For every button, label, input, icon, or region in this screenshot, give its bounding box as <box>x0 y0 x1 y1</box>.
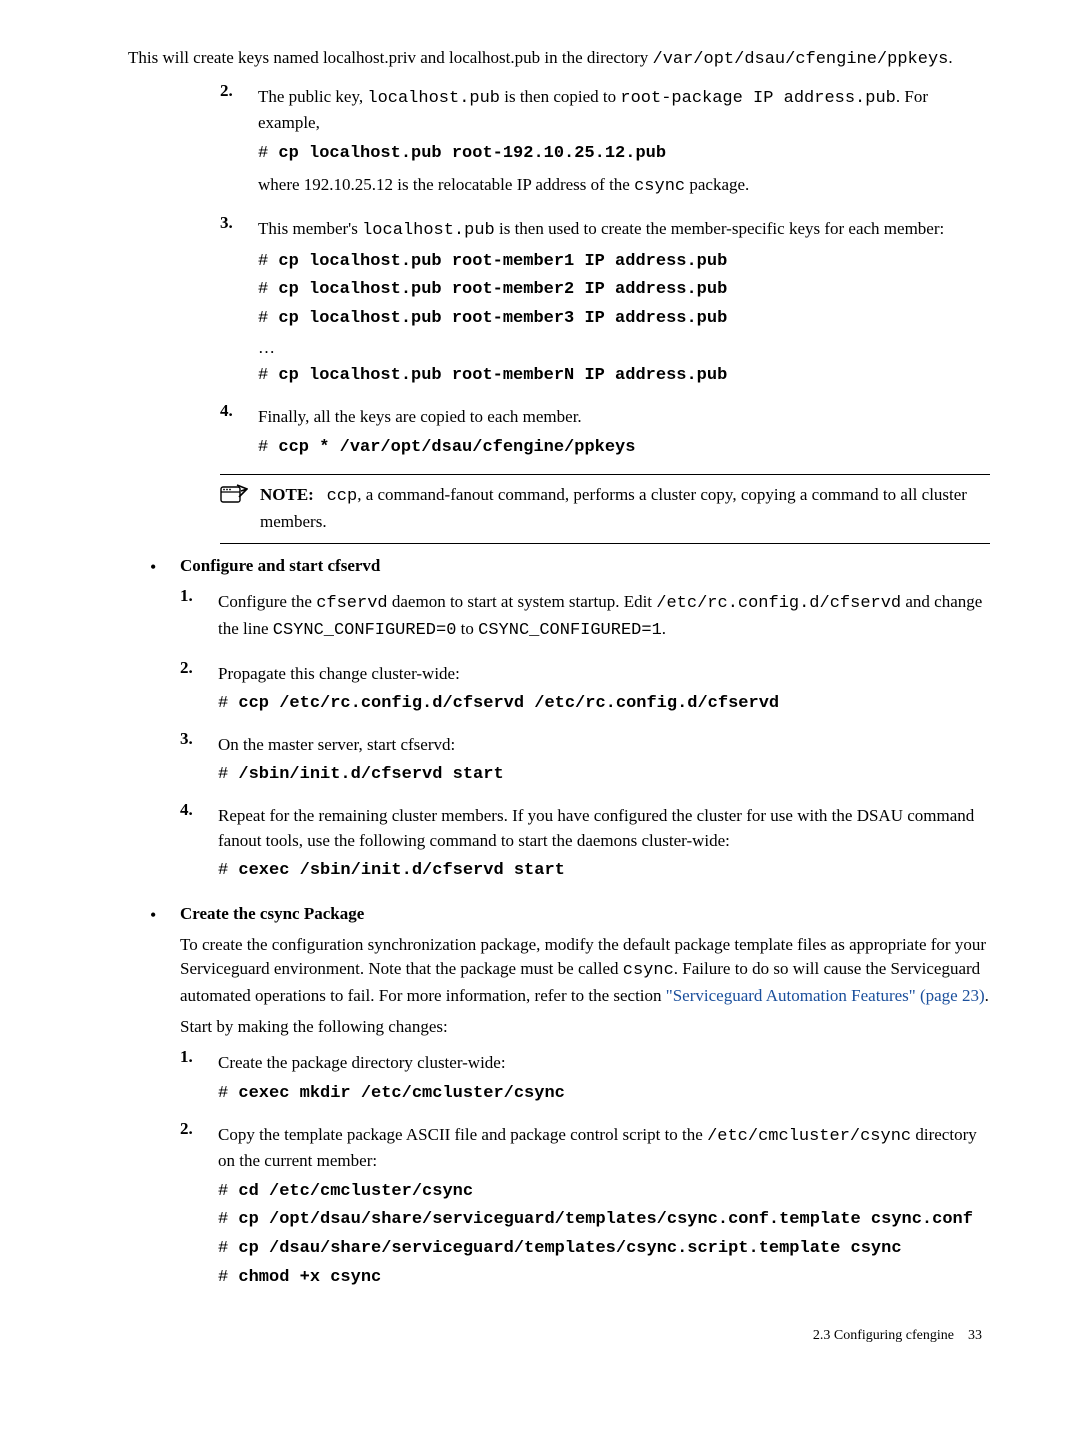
step-3-cmd3: # cp localhost.pub root-member3 IP addre… <box>258 307 990 332</box>
bullet-b-para1: To create the configuration synchronizat… <box>180 933 990 1009</box>
step-2: 2. The public key, localhost.pub is then… <box>220 79 990 206</box>
note-rule-bottom <box>220 543 990 544</box>
step-4-text: Finally, all the keys are copied to each… <box>258 405 990 430</box>
step-4-content: Finally, all the keys are copied to each… <box>258 399 990 464</box>
footer-page: 33 <box>968 1328 982 1343</box>
serviceguard-link[interactable]: "Serviceguard Automation Features" (page… <box>666 986 985 1005</box>
note-ccp: NOTE: ccp, a command-fanout command, per… <box>220 474 990 543</box>
bullet-a-step3: 3. On the master server, start cfservd: … <box>180 727 990 792</box>
bullet-configure-content: Configure and start cfservd 1. Configure… <box>180 554 990 892</box>
page-footer: 2.3 Configuring cfengine 33 <box>90 1326 990 1346</box>
step-2-text: The public key, localhost.pub is then co… <box>258 85 990 136</box>
step-4-command: # ccp * /var/opt/dsau/cfengine/ppkeys <box>258 436 990 461</box>
step-3-cmd2: # cp localhost.pub root-member2 IP addre… <box>258 278 990 303</box>
step-3-text: This member's localhost.pub is then used… <box>258 217 990 244</box>
note-icon <box>220 483 248 507</box>
bullet-a-step2: 2. Propagate this change cluster-wide: #… <box>180 656 990 721</box>
bullet-create-content: Create the csync Package To create the c… <box>180 902 990 1298</box>
bullet-dot: • <box>150 902 180 1298</box>
bullet-a-step1: 1. Configure the cfservd daemon to start… <box>180 584 990 649</box>
bullet-b-step2: 2. Copy the template package ASCII file … <box>180 1117 990 1295</box>
bullet-configure-cfservd: • Configure and start cfservd 1. Configu… <box>150 554 990 892</box>
bullet-b-step1: 1. Create the package directory cluster-… <box>180 1045 990 1110</box>
intro-text-c: . <box>948 48 952 67</box>
step-3: 3. This member's localhost.pub is then u… <box>220 211 990 393</box>
step-3-number: 3. <box>220 211 258 393</box>
bullet-create-csync: • Create the csync Package To create the… <box>150 902 990 1298</box>
step-4: 4. Finally, all the keys are copied to e… <box>220 399 990 464</box>
step-3-cmd1: # cp localhost.pub root-member1 IP addre… <box>258 250 990 275</box>
intro-text-a: This will create keys named localhost.pr… <box>128 48 653 67</box>
bullet-b-para2: Start by making the following changes: <box>180 1015 990 1040</box>
note-text: NOTE: ccp, a command-fanout command, per… <box>260 483 990 534</box>
step-2-command: # cp localhost.pub root-192.10.25.12.pub <box>258 142 990 167</box>
step-3-content: This member's localhost.pub is then used… <box>258 211 990 393</box>
step-3-cmdN: # cp localhost.pub root-memberN IP addre… <box>258 364 990 389</box>
bullet-dot: • <box>150 554 180 892</box>
step-2-number: 2. <box>220 79 258 206</box>
intro-path: /var/opt/dsau/cfengine/ppkeys <box>653 50 949 69</box>
intro-paragraph: This will create keys named localhost.pr… <box>128 46 990 73</box>
footer-section: 2.3 Configuring cfengine <box>813 1328 954 1343</box>
note-rule-top <box>220 474 990 475</box>
bullet-b-heading: Create the csync Package <box>180 902 990 927</box>
step-2-where: where 192.10.25.12 is the relocatable IP… <box>258 173 990 200</box>
step-2-content: The public key, localhost.pub is then co… <box>258 79 990 206</box>
bullet-a-step4: 4. Repeat for the remaining cluster memb… <box>180 798 990 888</box>
note-label: NOTE: <box>260 485 314 504</box>
step-4-number: 4. <box>220 399 258 464</box>
step-3-dots: … <box>258 336 990 361</box>
bullet-a-heading: Configure and start cfservd <box>180 554 990 579</box>
